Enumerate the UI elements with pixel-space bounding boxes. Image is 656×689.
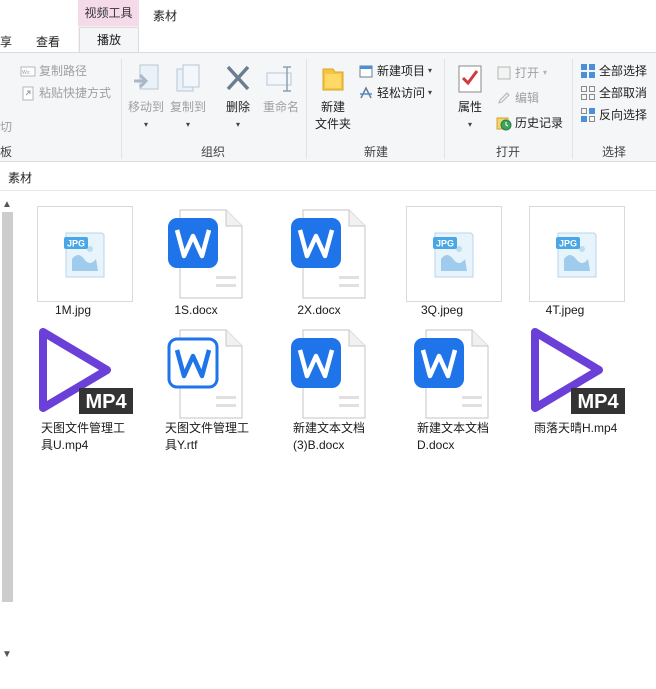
move-to-icon bbox=[130, 63, 162, 95]
window-title: 素材 bbox=[153, 9, 178, 23]
tab-view[interactable]: 查看 bbox=[36, 30, 60, 54]
new-group-label: 新建 bbox=[363, 145, 388, 159]
edit-button[interactable]: 编辑 bbox=[496, 88, 539, 108]
properties-button[interactable]: 属性 ▾ bbox=[452, 63, 488, 133]
svg-text:JPG: JPG bbox=[436, 239, 454, 249]
file-item[interactable]: JPG 3Q.jpeg bbox=[384, 192, 502, 317]
new-item-button[interactable]: 新建项目 ▾ bbox=[358, 61, 432, 81]
tab-play[interactable]: 播放 bbox=[79, 27, 139, 53]
jpg-file-icon: JPG bbox=[37, 206, 133, 302]
delete-x-icon bbox=[222, 63, 254, 95]
address-path: 素材 bbox=[8, 171, 33, 185]
mp4-play-icon: MP4 bbox=[527, 324, 627, 425]
invert-selection-icon bbox=[580, 107, 596, 123]
context-tab-group-video-tools: 视频工具 bbox=[78, 0, 139, 26]
paste-shortcut-icon bbox=[20, 85, 36, 101]
copy-to-button[interactable]: 复制到 ▾ bbox=[168, 63, 208, 133]
paste-shortcut-button[interactable]: 粘贴快捷方式 bbox=[20, 83, 111, 103]
file-list-view: ▲ ▼ JPG 1M.jpg 1S.docx 2X.docx JPG 3Q.jp… bbox=[0, 192, 656, 689]
scroll-up-arrow-icon[interactable]: ▲ bbox=[0, 198, 14, 212]
cut-button[interactable]: 切 bbox=[0, 117, 12, 137]
select-all-button[interactable]: 全部选择 bbox=[580, 61, 647, 81]
word-file-icon bbox=[283, 326, 379, 425]
word-file-icon bbox=[160, 206, 256, 305]
copy-path-button[interactable]: Wx: 复制路径 bbox=[20, 61, 87, 81]
rename-button[interactable]: 重命名 bbox=[261, 63, 301, 116]
ribbon-tab-strip: 享 查看 视频工具 播放 素材 bbox=[0, 0, 656, 54]
file-item[interactable]: JPG 1M.jpg bbox=[15, 192, 133, 317]
jpg-file-icon: JPG bbox=[406, 206, 502, 302]
ribbon: Wx: 复制路径 粘贴快捷方式 切 板 移动到▾ 复制到▾ 删除▾ 重命名 bbox=[0, 52, 656, 162]
svg-text:MP4: MP4 bbox=[577, 391, 619, 413]
ribbon-separator bbox=[444, 59, 445, 159]
address-bar[interactable]: 素材 bbox=[0, 163, 656, 191]
history-clock-icon bbox=[496, 115, 512, 131]
easy-access-icon bbox=[358, 85, 374, 101]
properties-check-icon bbox=[454, 63, 486, 95]
file-item[interactable]: MP4 雨落天晴H.mp4 bbox=[507, 322, 625, 452]
svg-text:MP4: MP4 bbox=[85, 391, 127, 413]
copy-path-icon: Wx: bbox=[20, 63, 36, 79]
select-all-icon bbox=[580, 63, 596, 79]
svg-text:JPG: JPG bbox=[559, 239, 577, 249]
easy-access-button[interactable]: 轻松访问 ▾ bbox=[358, 83, 432, 103]
history-button[interactable]: 历史记录 bbox=[496, 113, 563, 133]
file-item[interactable]: 天图文件管理工 具Y.rtf bbox=[138, 322, 254, 452]
file-item[interactable]: 新建文本文档 (3)B.docx bbox=[261, 322, 377, 452]
ribbon-separator bbox=[121, 59, 122, 159]
file-item[interactable]: MP4 天图文件管理工 具U.mp4 bbox=[15, 322, 133, 452]
delete-button[interactable]: 删除 ▾ bbox=[220, 63, 256, 133]
select-none-icon bbox=[580, 85, 596, 101]
clipboard-group-label: 板 bbox=[0, 145, 13, 159]
move-to-button[interactable]: 移动到 ▾ bbox=[126, 63, 166, 133]
scrollbar-thumb[interactable] bbox=[2, 212, 13, 602]
word-file-icon bbox=[283, 206, 379, 305]
file-item[interactable]: JPG 4T.jpeg bbox=[507, 192, 625, 317]
mp4-play-icon: MP4 bbox=[35, 324, 135, 425]
new-item-icon bbox=[358, 63, 374, 79]
rtf-word-file-icon bbox=[160, 326, 256, 425]
select-none-button[interactable]: 全部取消 bbox=[580, 83, 647, 103]
ribbon-separator bbox=[306, 59, 307, 159]
new-folder-button[interactable]: 新建 文件夹 bbox=[312, 63, 354, 133]
open-group-label: 打开 bbox=[495, 145, 520, 159]
ribbon-separator bbox=[572, 59, 573, 159]
edit-pencil-icon bbox=[496, 90, 512, 106]
copy-to-icon bbox=[172, 63, 204, 95]
folder-icon bbox=[317, 63, 349, 95]
open-button[interactable]: 打开 ▾ bbox=[496, 63, 547, 83]
invert-selection-button[interactable]: 反向选择 bbox=[580, 105, 647, 125]
svg-text:JPG: JPG bbox=[67, 239, 85, 249]
rename-icon bbox=[265, 63, 297, 95]
svg-text:Wx:: Wx: bbox=[22, 70, 31, 76]
file-item[interactable]: 1S.docx bbox=[138, 192, 256, 317]
file-item[interactable]: 新建文本文档 D.docx bbox=[384, 322, 500, 452]
word-file-icon bbox=[406, 326, 502, 425]
open-icon bbox=[496, 65, 512, 81]
organize-group-label: 组织 bbox=[200, 145, 225, 159]
file-item[interactable]: 2X.docx bbox=[261, 192, 379, 317]
tab-share[interactable]: 享 bbox=[0, 30, 12, 54]
scroll-down-arrow-icon[interactable]: ▼ bbox=[0, 648, 14, 662]
select-group-label: 选择 bbox=[601, 145, 626, 159]
jpg-file-icon: JPG bbox=[529, 206, 625, 302]
